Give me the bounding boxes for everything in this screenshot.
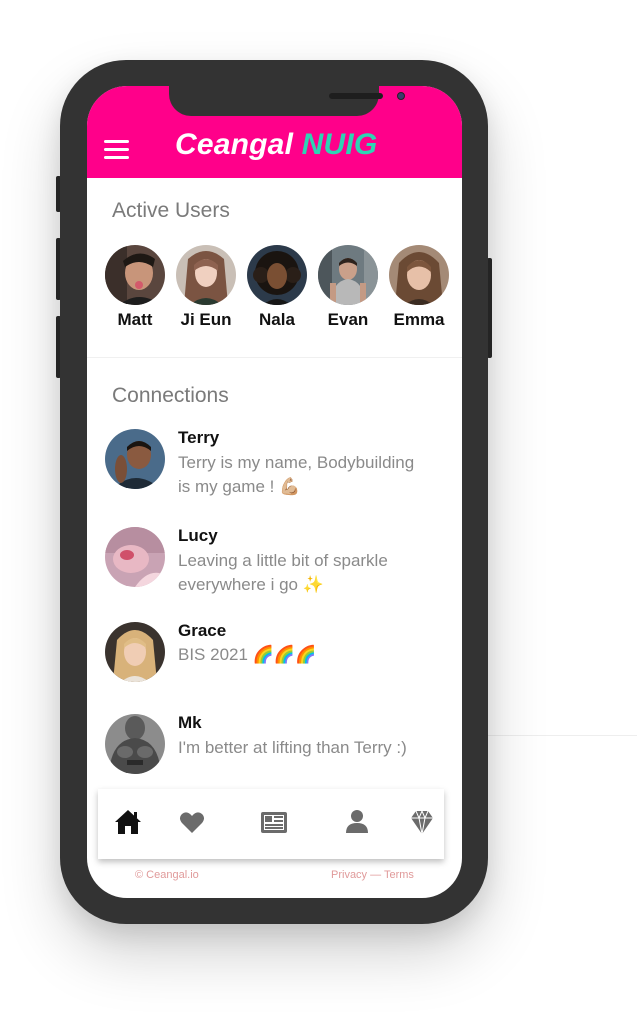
app-title-main: Ceangal <box>175 128 294 161</box>
avatar-emma[interactable] <box>389 245 449 305</box>
heart-icon[interactable] <box>177 807 207 837</box>
privacy-link[interactable]: Privacy <box>331 869 367 881</box>
connection-status: Terry is my name, Bodybuilding is my gam… <box>178 451 448 499</box>
connection-status-line: everywhere i go ✨ <box>178 575 324 594</box>
connection-name[interactable]: Terry <box>178 428 219 448</box>
app-header: Ceangal NUIG <box>87 86 462 178</box>
connection-avatar-lucy[interactable] <box>105 527 165 587</box>
connection-name[interactable]: Grace <box>178 621 226 641</box>
section-divider <box>87 357 462 358</box>
active-user-name[interactable]: Matt <box>95 310 175 330</box>
background-divider <box>488 735 637 736</box>
phone-notch <box>169 86 405 116</box>
page: Ceangal NUIG Active Users Matt Ji Eun Na… <box>0 0 637 1024</box>
bottom-navigation-bar <box>98 789 444 859</box>
connection-name[interactable]: Mk <box>178 713 202 733</box>
avatar-evan[interactable] <box>318 245 378 305</box>
hamburger-menu-icon[interactable] <box>104 138 129 160</box>
connection-status-line: Terry is my name, Bodybuilding <box>178 453 415 472</box>
footer-separator: — <box>367 869 384 881</box>
phone-screen: Ceangal NUIG Active Users Matt Ji Eun Na… <box>87 86 462 898</box>
connection-avatar-mk[interactable] <box>105 714 165 774</box>
connection-status: BIS 2021 🌈🌈🌈 <box>178 643 448 667</box>
app-title-accent: NUIG <box>301 128 378 161</box>
connection-status-line: is my game ! 💪🏼 <box>178 477 301 496</box>
avatar-nala[interactable] <box>247 245 307 305</box>
speaker-grille <box>329 93 383 99</box>
user-icon[interactable] <box>342 807 372 837</box>
footer-copyright: © Ceangal.io <box>135 869 199 881</box>
avatar-ji-eun[interactable] <box>176 245 236 305</box>
newspaper-icon[interactable] <box>259 807 289 837</box>
home-icon[interactable] <box>113 807 143 837</box>
app-title: Ceangal NUIG <box>175 128 377 162</box>
connection-status: I'm better at lifting than Terry :) <box>178 736 448 760</box>
active-users-title: Active Users <box>112 199 230 222</box>
diamond-icon[interactable] <box>407 807 437 837</box>
connection-status-line: Leaving a little bit of sparkle <box>178 551 388 570</box>
connection-status: Leaving a little bit of sparkle everywhe… <box>178 549 448 597</box>
active-user-name[interactable]: Emma <box>379 310 459 330</box>
front-camera <box>397 92 405 100</box>
connection-status-line: I'm better at lifting than Terry :) <box>178 738 407 757</box>
active-user-name[interactable]: Ji Eun <box>166 310 246 330</box>
connections-title: Connections <box>112 384 229 407</box>
active-user-name[interactable]: Evan <box>308 310 388 330</box>
footer-links: Privacy — Terms <box>331 869 414 881</box>
connection-name[interactable]: Lucy <box>178 526 218 546</box>
connection-avatar-grace[interactable] <box>105 622 165 682</box>
connection-status-line: BIS 2021 🌈🌈🌈 <box>178 645 317 664</box>
terms-link[interactable]: Terms <box>384 869 414 881</box>
avatar-matt[interactable] <box>105 245 165 305</box>
active-user-name[interactable]: Nala <box>237 310 317 330</box>
connection-avatar-terry[interactable] <box>105 429 165 489</box>
